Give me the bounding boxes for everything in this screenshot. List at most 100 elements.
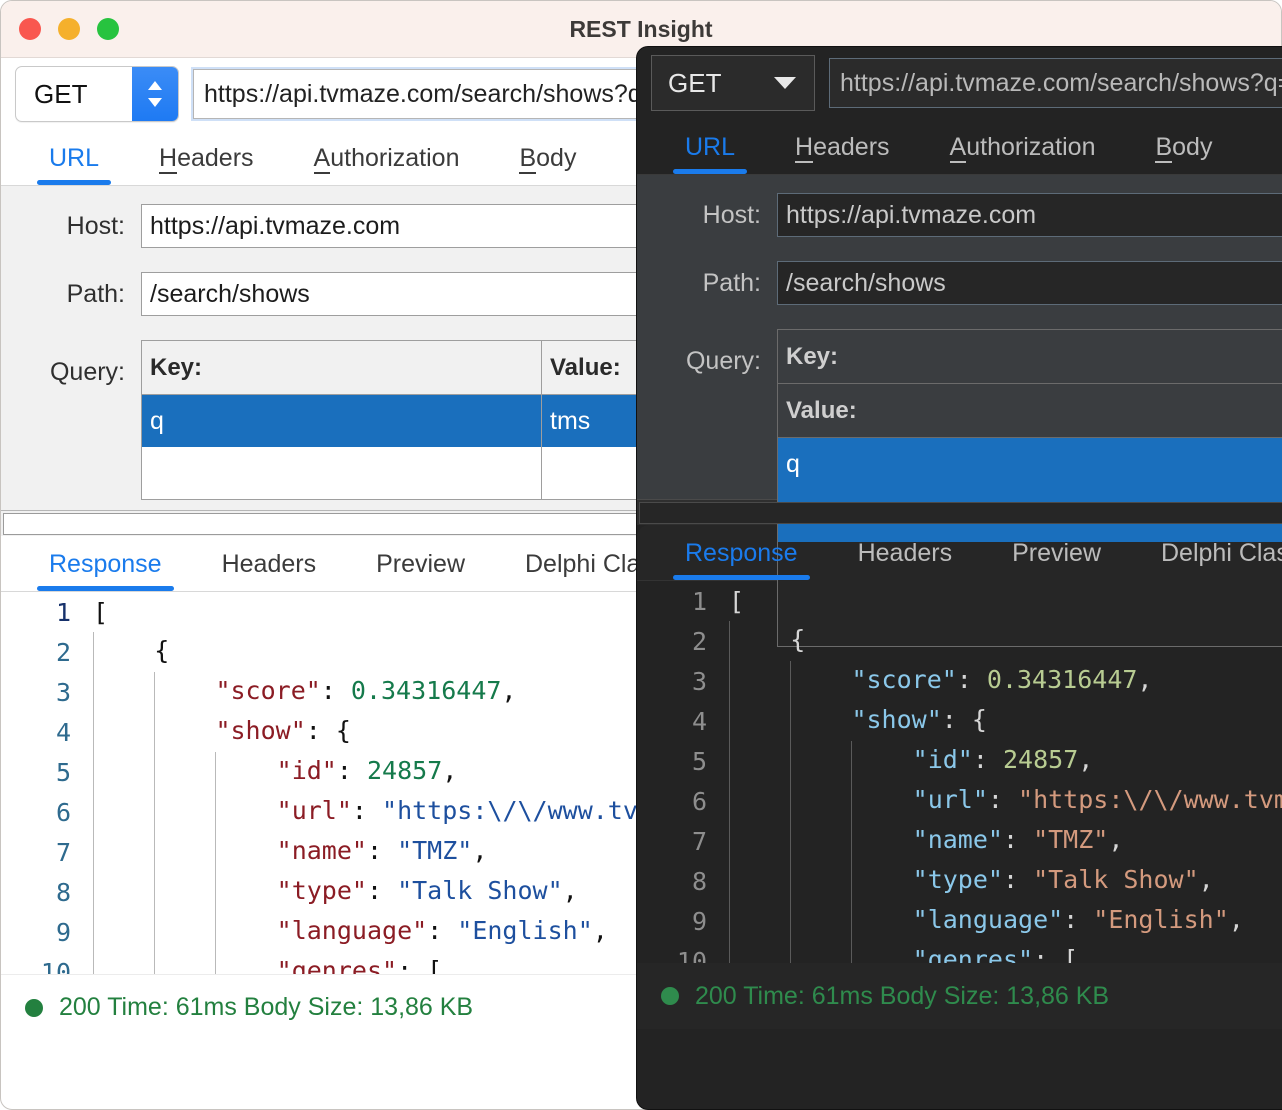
code-line-number: 2 <box>637 627 729 656</box>
code-line-text: "name": "TMZ", <box>93 832 487 872</box>
dark-tab-authorization[interactable]: Authorization <box>920 133 1126 174</box>
code-line-text: "id": 24857, <box>93 752 457 792</box>
dark-url-input[interactable]: https://api.tvmaze.com/search/shows?q=tm… <box>829 58 1282 108</box>
code-line: 5 "id": 24857, <box>637 741 1282 781</box>
code-token: "url" <box>277 796 352 825</box>
dark-tab-response-headers[interactable]: Headers <box>828 539 983 580</box>
code-line-number: 9 <box>637 907 729 936</box>
dark-tab-preview[interactable]: Preview <box>982 539 1131 580</box>
tab-url[interactable]: URL <box>19 144 129 185</box>
code-token: "English" <box>1093 905 1228 934</box>
dark-tab-url[interactable]: URL <box>655 133 765 174</box>
tab-headers-label: eaders <box>177 144 253 172</box>
tab-headers[interactable]: Headers <box>129 144 284 185</box>
code-token: , <box>1108 825 1123 854</box>
code-line-text: { <box>93 632 169 672</box>
chevron-down-icon[interactable] <box>774 77 796 89</box>
close-button-icon[interactable] <box>19 18 41 40</box>
dark-query-col-key-header: Key: <box>778 330 1282 384</box>
code-token: 0.34316447 <box>351 676 502 705</box>
code-token: : { <box>306 716 351 745</box>
code-token: "English" <box>457 916 592 945</box>
tab-response[interactable]: Response <box>19 550 192 591</box>
table-row[interactable]: q tms <box>778 438 1282 542</box>
code-token: : <box>367 876 397 905</box>
dark-tab-authorization-label: uthorization <box>966 133 1095 161</box>
code-line-text: { <box>729 621 805 661</box>
code-line-number: 6 <box>1 798 93 827</box>
dark-request-tabs: URL Headers Authorization Body <box>637 119 1282 175</box>
code-token: "url" <box>913 785 988 814</box>
traffic-light-group <box>19 18 119 40</box>
dark-pane-splitter[interactable] <box>637 499 1282 525</box>
tab-url-label: URL <box>49 144 99 172</box>
code-token: : <box>1003 825 1033 854</box>
code-token: "language" <box>913 905 1064 934</box>
code-token: 24857 <box>1003 745 1078 774</box>
dark-tab-body[interactable]: Body <box>1125 133 1242 174</box>
code-line: 7 "name": "TMZ", <box>637 821 1282 861</box>
code-token: "type" <box>913 865 1003 894</box>
minimize-button-icon[interactable] <box>58 18 80 40</box>
zoom-button-icon[interactable] <box>97 18 119 40</box>
tab-response-headers[interactable]: Headers <box>192 550 347 591</box>
code-token: "name" <box>277 836 367 865</box>
code-token: 24857 <box>367 756 442 785</box>
code-token: "id" <box>277 756 337 785</box>
dark-path-label: Path: <box>647 269 777 298</box>
dark-tab-url-label: URL <box>685 133 735 161</box>
tab-authorization[interactable]: Authorization <box>284 144 490 185</box>
stepper-updown-icon[interactable] <box>132 67 178 121</box>
code-token: : <box>988 785 1018 814</box>
tab-preview[interactable]: Preview <box>346 550 495 591</box>
code-line-number: 4 <box>637 707 729 736</box>
dark-http-method-select[interactable]: GET <box>651 55 815 111</box>
code-token: "show" <box>215 716 305 745</box>
dark-host-input[interactable]: https://api.tvmaze.com <box>777 193 1282 237</box>
code-token: , <box>1199 865 1214 894</box>
code-token: "type" <box>277 876 367 905</box>
query-cell-key[interactable] <box>142 447 542 499</box>
code-line-text: "url": "https:\/\/www.tvmaze.com", <box>729 781 1282 821</box>
code-token: : [ <box>1033 945 1078 963</box>
dark-http-method-value: GET <box>652 68 721 99</box>
code-line-number: 6 <box>637 787 729 816</box>
tab-response-headers-label: Headers <box>222 550 317 578</box>
code-line-text: "genres": [ <box>93 952 442 974</box>
status-indicator-icon <box>25 999 43 1017</box>
tab-body-mnemonic: B <box>519 144 536 174</box>
code-token: : { <box>942 705 987 734</box>
code-token: { <box>790 625 805 654</box>
dark-query-col-value-header: Value: <box>778 384 1282 438</box>
dark-query-table[interactable]: Key: Value: q tms <box>777 329 1282 647</box>
dark-query-table-header-row: Key: Value: <box>778 330 1282 438</box>
code-token: { <box>154 636 169 665</box>
code-line-text: "score": 0.34316447, <box>93 672 516 712</box>
query-cell-key[interactable]: q <box>142 395 542 447</box>
code-token: : <box>973 745 1003 774</box>
code-line-text: "score": 0.34316447, <box>729 661 1152 701</box>
dark-query-cell-value[interactable] <box>778 594 1282 646</box>
code-line: 3 "score": 0.34316447, <box>637 661 1282 701</box>
dark-splitter-track[interactable] <box>639 502 1282 524</box>
dark-tab-response[interactable]: Response <box>655 539 828 580</box>
host-label: Host: <box>11 212 141 241</box>
code-line-number: 1 <box>1 598 93 627</box>
http-method-select[interactable]: GET <box>15 66 179 122</box>
dark-tab-delphi-class-label: Delphi Class <box>1161 539 1282 567</box>
code-token: : <box>321 676 351 705</box>
tab-body[interactable]: Body <box>489 144 606 185</box>
dark-path-input[interactable]: /search/shows <box>777 261 1282 305</box>
code-line-text: "language": "English", <box>729 901 1244 941</box>
dark-tab-delphi-class[interactable]: Delphi Class <box>1131 539 1282 580</box>
dark-host-row: Host: https://api.tvmaze.com <box>637 193 1282 237</box>
dark-tab-headers[interactable]: Headers <box>765 133 920 174</box>
code-token: , <box>472 836 487 865</box>
code-token: , <box>563 876 578 905</box>
code-line-text: [ <box>93 598 108 627</box>
path-label: Path: <box>11 280 141 309</box>
dark-query-cell-key[interactable]: q <box>778 438 1282 490</box>
dark-tab-response-label: Response <box>685 539 798 567</box>
code-line-number: 7 <box>637 827 729 856</box>
code-token: "name" <box>913 825 1003 854</box>
